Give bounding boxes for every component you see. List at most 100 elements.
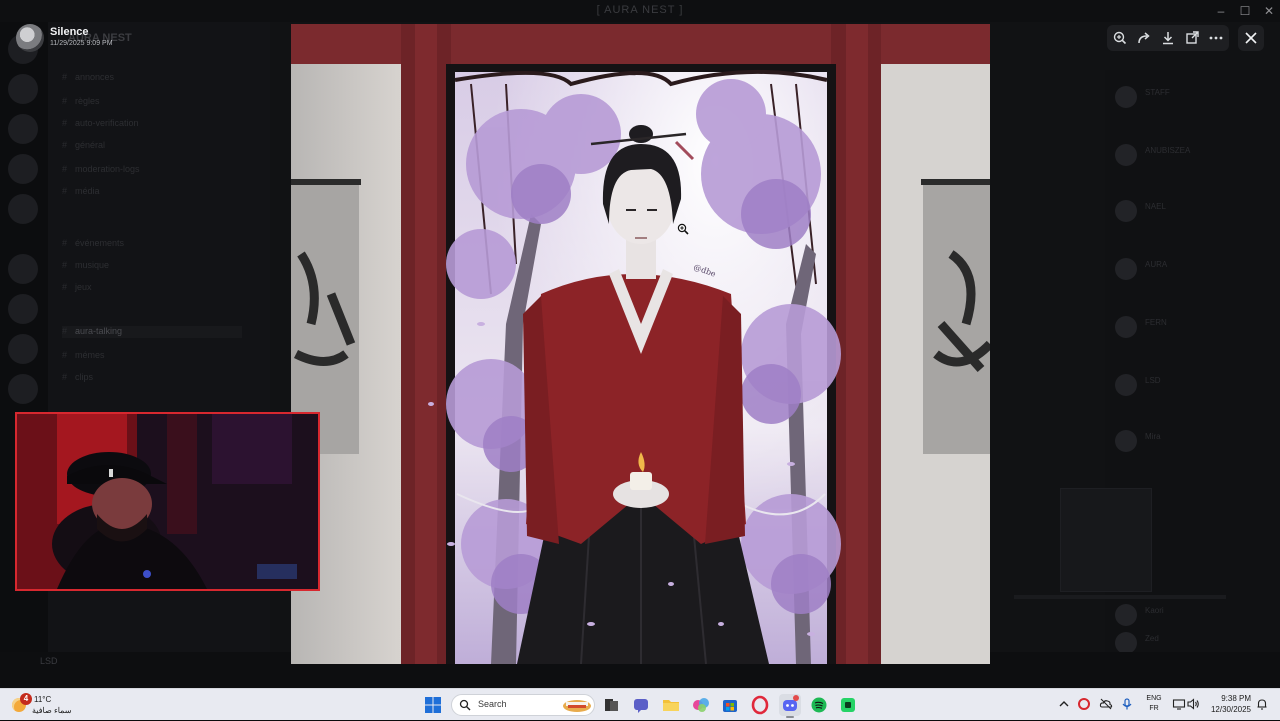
search-highlight-icon: [563, 700, 591, 712]
member-name: FERN: [1145, 318, 1167, 327]
forward-button[interactable]: [1134, 28, 1154, 48]
language-indicator[interactable]: ENG FR: [1143, 694, 1165, 714]
teams-icon: [693, 698, 709, 712]
weather-description: سماء صافية: [32, 706, 72, 715]
tray-cloud[interactable]: [1099, 697, 1113, 711]
taskbar-opera[interactable]: [749, 694, 771, 716]
channel-item[interactable]: annonces: [62, 72, 114, 84]
member-item[interactable]: Mira: [1115, 430, 1265, 454]
member-name: LSD: [1145, 376, 1161, 385]
channel-item[interactable]: moderation-logs: [62, 164, 140, 176]
notification-badge: 4: [20, 693, 32, 705]
channel-item[interactable]: auto-verification: [62, 118, 139, 130]
zoom-in-button[interactable]: [1110, 28, 1130, 48]
tray-app-red[interactable]: [1077, 697, 1091, 711]
open-in-browser-button[interactable]: [1182, 28, 1202, 48]
channel-item[interactable]: mémes: [62, 350, 105, 362]
title-bar: [ AURA NEST ] – ☐ ✕: [0, 0, 1280, 22]
viewer-toolbar: [1107, 25, 1229, 51]
search-placeholder: Search: [478, 699, 507, 709]
maximize-icon[interactable]: ☐: [1237, 3, 1253, 19]
avatar: [1115, 86, 1137, 108]
member-item[interactable]: LSD: [1115, 374, 1265, 398]
video-thumbnail[interactable]: [1060, 488, 1152, 592]
more-options-button[interactable]: [1206, 28, 1226, 48]
notifications-button[interactable]: [1255, 697, 1269, 711]
window-close-icon[interactable]: ✕: [1261, 3, 1277, 19]
network-icon: [1172, 699, 1186, 710]
member-item[interactable]: FERN: [1115, 316, 1265, 340]
taskbar-task-view[interactable]: [600, 694, 622, 716]
channel-item[interactable]: général: [62, 140, 105, 152]
member-name: NAEL: [1145, 202, 1166, 211]
member-item[interactable]: AURA: [1115, 258, 1265, 282]
store-icon: [723, 700, 737, 712]
opera-icon: [751, 695, 769, 715]
avatar: [1115, 374, 1137, 396]
taskbar-whatsapp[interactable]: [837, 694, 859, 716]
server-icon[interactable]: [8, 114, 38, 144]
author-name[interactable]: Silence: [50, 26, 89, 38]
zoom-in-icon: [1113, 31, 1127, 45]
microphone-icon: [1122, 698, 1132, 710]
webcam-feed: [17, 414, 318, 589]
avatar: [1115, 632, 1137, 654]
taskbar-microsoft-store[interactable]: [719, 694, 741, 716]
tray-microphone[interactable]: [1120, 697, 1134, 711]
download-icon: [1163, 32, 1173, 45]
avatar: [1115, 316, 1137, 338]
member-name: Mira: [1145, 432, 1161, 441]
member-item[interactable]: Kaori: [1115, 604, 1265, 628]
server-icon[interactable]: [8, 154, 38, 184]
taskbar-teams[interactable]: [690, 694, 712, 716]
avatar[interactable]: [16, 24, 44, 52]
channel-item[interactable]: média: [62, 186, 100, 198]
folder-icon: [663, 700, 679, 711]
windows-taskbar: 4 11°C سماء صافية Search ENG FR 9:38 PM …: [0, 688, 1280, 720]
tray-network[interactable]: [1172, 697, 1186, 711]
clock-date[interactable]: 12/30/2025: [1205, 705, 1251, 714]
server-icon[interactable]: [8, 194, 38, 224]
weather-widget[interactable]: 4 11°C سماء صافية: [10, 692, 90, 718]
taskbar-discord[interactable]: [779, 694, 801, 718]
member-item[interactable]: ANUBISZEA: [1115, 144, 1265, 168]
sync-icon: [1078, 698, 1090, 710]
taskbar-file-explorer[interactable]: [660, 694, 682, 716]
avatar: [1115, 200, 1137, 222]
member-item[interactable]: STAFF: [1115, 86, 1265, 110]
member-name: STAFF: [1145, 88, 1170, 97]
weather-temperature: 11°C: [34, 695, 52, 704]
server-icon[interactable]: [8, 334, 38, 364]
clock-time[interactable]: 9:38 PM: [1205, 694, 1251, 703]
taskbar-spotify[interactable]: [808, 694, 830, 716]
channel-item[interactable]: jeux: [62, 282, 92, 294]
windows-start-button[interactable]: [424, 696, 442, 714]
open-external-icon: [1186, 31, 1199, 44]
viewed-image[interactable]: @dbe: [291, 24, 990, 664]
download-button[interactable]: [1158, 28, 1178, 48]
language-bottom: FR: [1149, 705, 1159, 712]
server-icon[interactable]: [8, 254, 38, 284]
avatar: [1115, 604, 1137, 626]
channel-item[interactable]: règles: [62, 96, 100, 108]
member-name: AURA: [1145, 260, 1168, 269]
close-viewer-button[interactable]: [1238, 25, 1264, 51]
more-icon: [1209, 36, 1223, 40]
show-hidden-icons-button[interactable]: [1057, 697, 1071, 711]
member-item[interactable]: NAEL: [1115, 200, 1265, 224]
copilot-icon: [634, 699, 648, 713]
minimize-icon[interactable]: –: [1213, 3, 1229, 19]
taskbar-copilot[interactable]: [630, 694, 652, 716]
server-icon[interactable]: [8, 294, 38, 324]
server-icon[interactable]: [8, 374, 38, 404]
channel-item[interactable]: musique: [62, 260, 109, 272]
channel-item-active[interactable]: aura-talking: [62, 326, 242, 338]
tray-volume[interactable]: [1186, 697, 1200, 711]
taskbar-search[interactable]: Search: [451, 694, 595, 716]
server-icon[interactable]: [8, 74, 38, 104]
channel-item[interactable]: événements: [62, 238, 124, 250]
zoom-cursor-icon: [677, 223, 689, 235]
language-top: ENG: [1146, 695, 1162, 702]
channel-item[interactable]: clips: [62, 372, 93, 384]
window-title: [ AURA NEST ]: [596, 4, 684, 16]
